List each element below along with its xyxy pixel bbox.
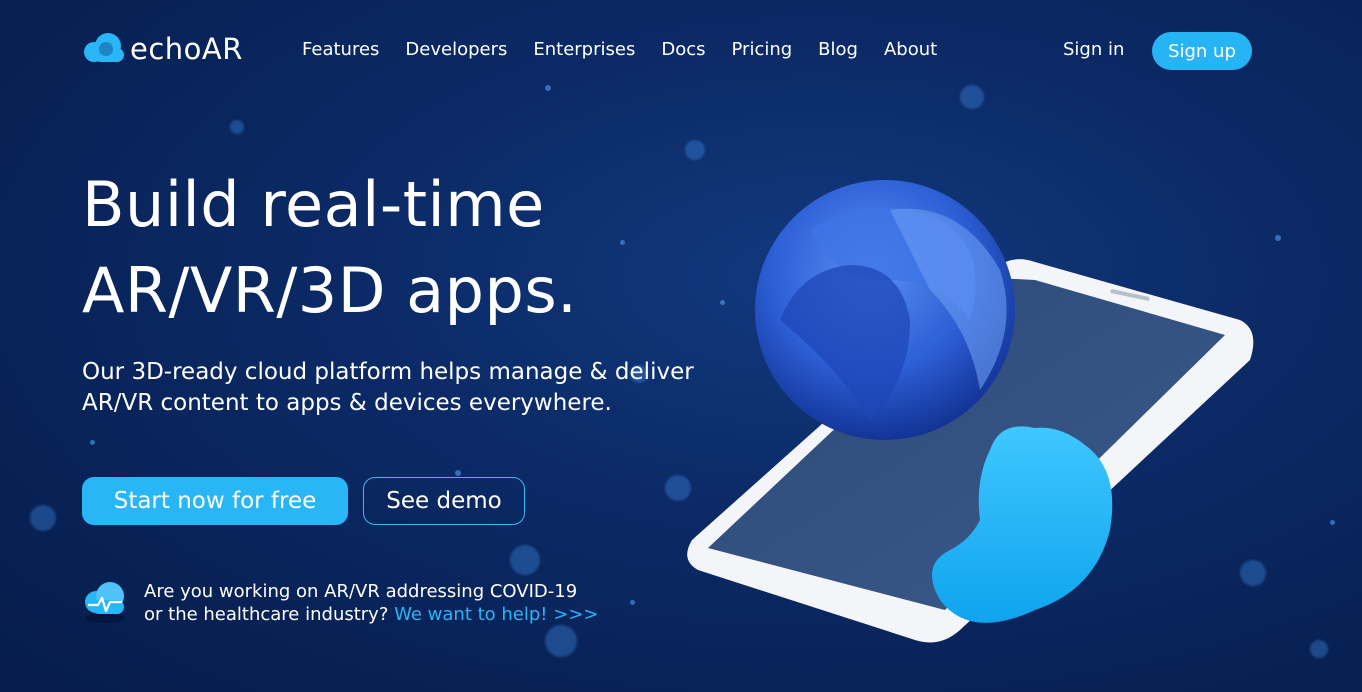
nav-about[interactable]: About [884, 39, 937, 60]
covid-line-2: or the healthcare industry? [144, 604, 395, 625]
brand-name: echoAR [130, 32, 243, 66]
covid-banner: Are you working on AR/VR addressing COVI… [82, 578, 599, 626]
hero-headline: Build real-time AR/VR/3D apps. [82, 162, 577, 334]
headline-line-2: AR/VR/3D apps. [82, 254, 578, 327]
top-navigation: echoAR Features Developers Enterprises D… [0, 0, 1362, 100]
nav-blog[interactable]: Blog [818, 39, 858, 60]
nav-developers[interactable]: Developers [405, 39, 507, 60]
nav-links: Features Developers Enterprises Docs Pri… [302, 39, 937, 60]
headline-line-1: Build real-time [82, 168, 545, 241]
heartbeat-cloud-icon [82, 578, 128, 624]
hero-illustration [640, 170, 1300, 670]
phone-illustration [687, 180, 1254, 643]
cloud-icon [82, 32, 126, 66]
nav-pricing[interactable]: Pricing [732, 39, 793, 60]
sign-in-link[interactable]: Sign in [1063, 39, 1124, 60]
sign-up-button[interactable]: Sign up [1152, 32, 1252, 70]
nav-docs[interactable]: Docs [661, 39, 705, 60]
we-want-to-help-link[interactable]: We want to help! >>> [394, 604, 598, 625]
brand-logo[interactable]: echoAR [82, 32, 243, 66]
nav-features[interactable]: Features [302, 39, 379, 60]
covid-line-1: Are you working on AR/VR addressing COVI… [144, 581, 578, 602]
nav-enterprises[interactable]: Enterprises [533, 39, 635, 60]
see-demo-button[interactable]: See demo [363, 477, 525, 525]
start-free-button[interactable]: Start now for free [82, 477, 348, 525]
